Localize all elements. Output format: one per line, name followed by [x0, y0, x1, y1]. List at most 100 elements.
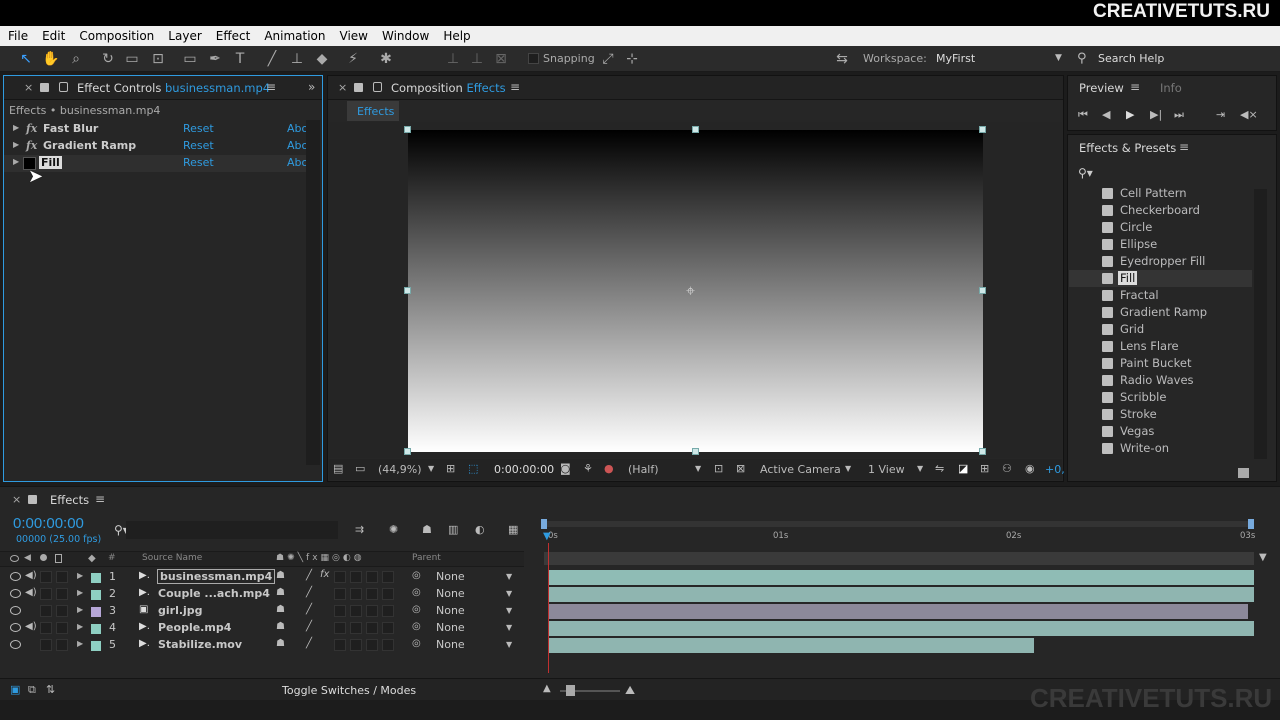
switch-box[interactable]	[350, 571, 362, 583]
effect-row-gradient-ramp[interactable]: ▶ fx Gradient Ramp Reset Abo	[4, 138, 312, 155]
draft-3d-icon[interactable]: ✺	[389, 523, 398, 536]
lock-toggle[interactable]	[56, 571, 68, 583]
expand-arrow-icon[interactable]: ▶	[77, 588, 83, 597]
menu-composition[interactable]: Composition	[71, 29, 160, 43]
layer-source-name[interactable]: Stabilize.mov	[158, 638, 242, 651]
label-color-swatch[interactable]	[91, 590, 101, 600]
effect-preset-item[interactable]: Stroke	[1100, 406, 1250, 423]
search-icon[interactable]: ⚲▾	[1078, 166, 1093, 180]
layer-search-input[interactable]	[126, 521, 338, 539]
composition-tab[interactable]: Composition Effects	[391, 81, 506, 95]
transparency-grid-icon[interactable]: ⊠	[736, 462, 745, 475]
timeline-icon[interactable]: ⊞	[980, 462, 989, 475]
menu-window[interactable]: Window	[374, 29, 435, 43]
preview-tab[interactable]: Preview	[1079, 81, 1124, 95]
axis-world-icon[interactable]: ⊥	[469, 51, 485, 67]
video-eye-icon[interactable]	[10, 606, 21, 615]
expand-arrow-icon[interactable]: ▶	[13, 157, 19, 166]
flowchart-icon[interactable]: ⚇	[1002, 462, 1012, 475]
zoom-slider-thumb[interactable]	[566, 685, 575, 696]
effect-preset-item[interactable]: Paint Bucket	[1100, 355, 1250, 372]
audio-speaker-icon[interactable]: ◀)	[25, 621, 37, 632]
zoom-slider-icon[interactable]: ▼	[1259, 552, 1267, 563]
rotate-tool-icon[interactable]: ↻	[100, 51, 116, 67]
layer-duration-bar[interactable]	[548, 604, 1248, 619]
lock-toggle[interactable]	[56, 639, 68, 651]
switch-box[interactable]	[366, 622, 378, 634]
parent-chevron-down-icon[interactable]: ▼	[506, 606, 512, 615]
fx-switch-icon[interactable]: fx	[320, 569, 329, 580]
workspace-switch-icon[interactable]: ⇆	[832, 51, 852, 67]
axis-local-icon[interactable]: ⊥	[445, 51, 461, 67]
view-layout-select[interactable]: 1 View	[868, 463, 905, 476]
monitor-icon[interactable]: ▭	[355, 462, 365, 475]
comp-mini-flowchart-icon[interactable]: ⇉	[355, 523, 364, 536]
panel-options-icon[interactable]: ≡	[1179, 140, 1189, 154]
effect-preset-item[interactable]: Checkerboard	[1100, 202, 1250, 219]
parent-select[interactable]: None	[436, 638, 465, 651]
panel-options-icon[interactable]: ≡	[95, 492, 105, 506]
view-layout-chevron-down-icon[interactable]: ▼	[917, 464, 923, 473]
snapping-checkbox[interactable]	[528, 53, 539, 64]
label-color-swatch[interactable]	[91, 573, 101, 583]
effect-preset-item[interactable]: Ellipse	[1100, 236, 1250, 253]
table-row[interactable]: ◀) ▶ 4 ▶. People.mp4 ☗ ╱ ◎ None ▼	[6, 620, 524, 637]
current-time-indicator[interactable]: ▼	[543, 531, 551, 542]
expand-arrow-icon[interactable]: ▶	[77, 622, 83, 631]
switch-box[interactable]	[382, 588, 394, 600]
expand-arrow-icon[interactable]: ▶	[13, 140, 19, 149]
solo-toggle[interactable]	[40, 588, 52, 600]
axis-view-icon[interactable]: ⊠	[493, 51, 509, 67]
parent-chevron-down-icon[interactable]: ▼	[506, 640, 512, 649]
solo-toggle[interactable]	[40, 639, 52, 651]
brush-tool-icon[interactable]: ╱	[264, 51, 280, 67]
effect-row-fast-blur[interactable]: ▶ fx Fast Blur Reset Abo	[4, 121, 312, 138]
switch-box[interactable]	[334, 605, 346, 617]
zoom-in-icon[interactable]: ⛰	[625, 683, 635, 698]
effect-preset-item[interactable]: Radio Waves	[1100, 372, 1250, 389]
switch-box[interactable]	[382, 622, 394, 634]
parent-select[interactable]: None	[436, 570, 465, 583]
snapshot-camera-icon[interactable]: ◙	[560, 462, 571, 475]
previous-frame-icon[interactable]: ◀	[1102, 108, 1110, 121]
exposure-reset-icon[interactable]: ◉	[1025, 462, 1035, 475]
effect-preset-item[interactable]: Gradient Ramp	[1100, 304, 1250, 321]
effect-preset-item[interactable]: Lens Flare	[1100, 338, 1250, 355]
menu-effect[interactable]: Effect	[208, 29, 257, 43]
new-bin-icon[interactable]	[1238, 468, 1249, 478]
switch-box[interactable]	[334, 639, 346, 651]
pen-tool-icon[interactable]: ✒	[207, 51, 223, 67]
switch-box[interactable]	[382, 639, 394, 651]
last-frame-icon[interactable]: ⏭	[1174, 108, 1184, 122]
source-name-column-header[interactable]: Source Name	[142, 553, 202, 563]
play-icon[interactable]: ▶	[1126, 108, 1134, 121]
shy-switch-icon[interactable]: ☗	[276, 604, 285, 615]
reset-link[interactable]: Reset	[183, 139, 214, 152]
mask-visibility-icon[interactable]: ⬚	[468, 462, 478, 475]
transform-handle[interactable]	[979, 287, 986, 294]
snap-features-icon[interactable]: ⊹	[624, 51, 640, 67]
video-eye-icon[interactable]	[10, 572, 21, 581]
quality-switch-icon[interactable]: ╱	[306, 638, 312, 649]
roto-brush-tool-icon[interactable]: ⚡	[345, 51, 361, 67]
switch-box[interactable]	[366, 605, 378, 617]
region-of-interest-icon[interactable]: ⊡	[714, 462, 723, 475]
timeline-tab[interactable]: Effects	[50, 493, 89, 507]
timeline-current-time[interactable]: 0:00:00:00	[13, 515, 84, 532]
vertical-scrollbar[interactable]	[306, 120, 320, 465]
panel-options-icon[interactable]: ≡	[266, 80, 276, 94]
search-help-input[interactable]: Search Help	[1098, 52, 1164, 65]
fast-previews-icon[interactable]: ◪	[958, 462, 968, 475]
layer-source-name[interactable]: People.mp4	[158, 621, 231, 634]
switch-box[interactable]	[382, 571, 394, 583]
resolution-chevron-down-icon[interactable]: ▼	[695, 464, 701, 473]
menu-layer[interactable]: Layer	[160, 29, 207, 43]
selection-tool-icon[interactable]: ↖	[18, 51, 34, 67]
effect-preset-item[interactable]: Vegas	[1100, 423, 1250, 440]
table-row[interactable]: ◀) ▶ 1 ▶. businessman.mp4 ☗ ╱ fx ◎ None ▼	[6, 569, 524, 586]
label-color-swatch[interactable]	[91, 641, 101, 651]
work-area-bar[interactable]	[544, 521, 1254, 527]
fx-icon[interactable]: fx	[26, 122, 37, 135]
lock-icon[interactable]	[373, 82, 382, 92]
expand-panels-icon[interactable]: »	[308, 80, 315, 94]
